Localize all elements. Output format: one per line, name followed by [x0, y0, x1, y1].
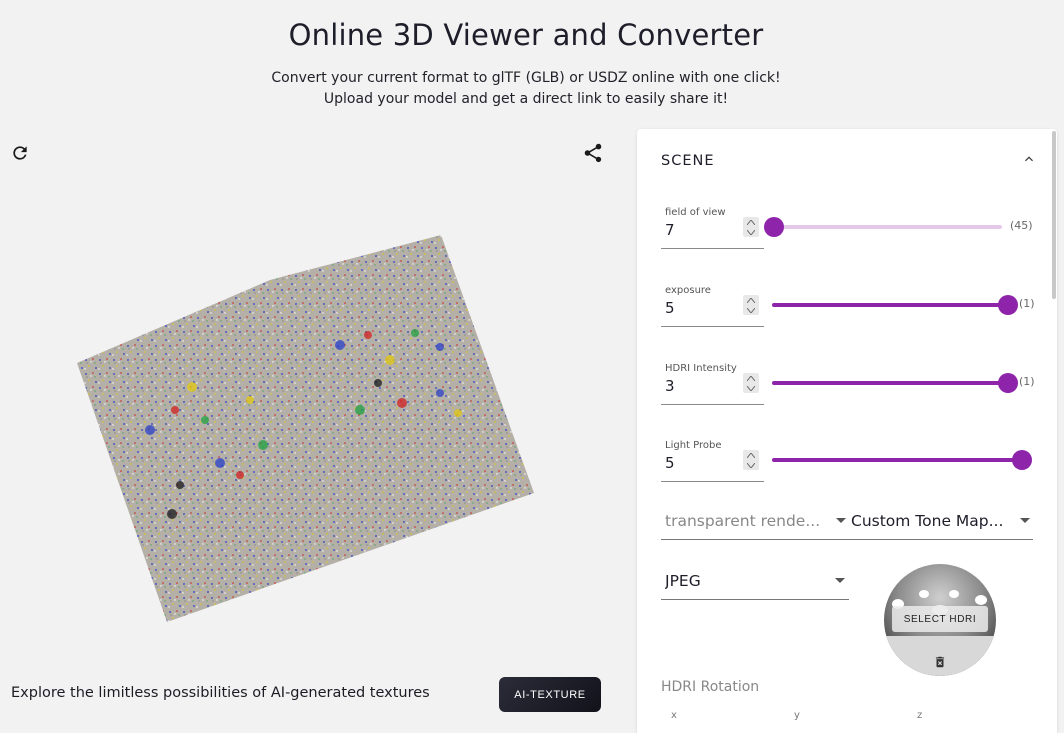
chevron-up-icon[interactable] — [1019, 149, 1039, 169]
hdri-intensity-label: HDRI Intensity — [665, 363, 737, 374]
scene-panel-title: SCENE — [661, 153, 715, 169]
field-of-view-control: field of view 7 (45) — [661, 201, 1041, 249]
exposure-stepper[interactable] — [743, 295, 759, 315]
exposure-value: 5 — [665, 299, 675, 317]
hdri-intensity-input[interactable]: HDRI Intensity 3 — [661, 357, 764, 405]
caret-down-icon — [835, 578, 845, 583]
light-probe-slider-thumb[interactable] — [1012, 450, 1032, 470]
page-title: Online 3D Viewer and Converter — [288, 18, 764, 52]
hdri-rotation-label: HDRI Rotation — [661, 679, 760, 695]
transparent-render-select[interactable]: transparent rende... — [661, 504, 849, 540]
hdri-rotation-y-label: y — [794, 710, 800, 721]
exposure-label: exposure — [665, 285, 711, 296]
light-probe-slider[interactable] — [772, 450, 1032, 470]
exposure-slider-thumb[interactable] — [998, 295, 1018, 315]
page-subtitle-line1: Convert your current format to glTF (GLB… — [271, 70, 781, 86]
hdri-rotation-x-label: x — [671, 710, 677, 721]
field-of-view-stepper[interactable] — [743, 217, 759, 237]
refresh-icon[interactable] — [8, 141, 32, 165]
format-value: JPEG — [665, 572, 701, 590]
hdri-rotation-z-label: z — [917, 710, 923, 721]
field-of-view-label: field of view — [665, 207, 726, 218]
tone-mapping-select[interactable]: Custom Tone Map... — [849, 504, 1033, 540]
exposure-control: exposure 5 (1) — [661, 279, 1041, 327]
exposure-slider[interactable] — [772, 295, 1018, 315]
light-probe-input[interactable]: Light Probe 5 — [661, 434, 764, 482]
light-probe-label: Light Probe — [665, 440, 722, 451]
field-of-view-slider-thumb[interactable] — [764, 217, 784, 237]
share-icon[interactable] — [581, 141, 605, 165]
format-select[interactable]: JPEG — [661, 564, 849, 600]
caret-down-icon — [836, 518, 846, 523]
field-of-view-default: (45) — [1010, 219, 1033, 232]
exposure-default: (1) — [1019, 297, 1035, 310]
hdri-intensity-slider-thumb[interactable] — [998, 373, 1018, 393]
scene-panel: SCENE field of view 7 (45) exposure 5 (1… — [637, 129, 1057, 733]
exposure-input[interactable]: exposure 5 — [661, 279, 764, 327]
3d-viewport[interactable] — [0, 175, 625, 665]
hdri-intensity-control: HDRI Intensity 3 (1) — [661, 357, 1041, 405]
field-of-view-slider[interactable] — [764, 217, 1002, 237]
light-probe-stepper[interactable] — [743, 450, 759, 470]
delete-icon[interactable] — [930, 652, 950, 672]
hdri-preview[interactable]: SELECT HDRI — [884, 564, 996, 676]
hdri-intensity-value: 3 — [665, 377, 675, 395]
select-hdri-button[interactable]: SELECT HDRI — [892, 606, 988, 632]
light-probe-value: 5 — [665, 454, 675, 472]
transparent-render-value: transparent rende... — [665, 512, 821, 530]
panel-scrollbar[interactable] — [1052, 131, 1056, 299]
caret-down-icon — [1020, 518, 1030, 523]
page-subtitle-line2: Upload your model and get a direct link … — [323, 91, 729, 107]
field-of-view-value: 7 — [665, 221, 675, 239]
ai-texture-promo-text: Explore the limitless possibilities of A… — [11, 685, 430, 701]
field-of-view-input[interactable]: field of view 7 — [661, 201, 764, 249]
light-probe-control: Light Probe 5 — [661, 434, 1041, 482]
hdri-intensity-default: (1) — [1019, 375, 1035, 388]
tone-mapping-value: Custom Tone Map... — [851, 512, 1004, 530]
ai-texture-button[interactable]: AI-TEXTURE — [499, 677, 601, 712]
hdri-intensity-slider[interactable] — [772, 373, 1018, 393]
hdri-intensity-stepper[interactable] — [743, 373, 759, 393]
